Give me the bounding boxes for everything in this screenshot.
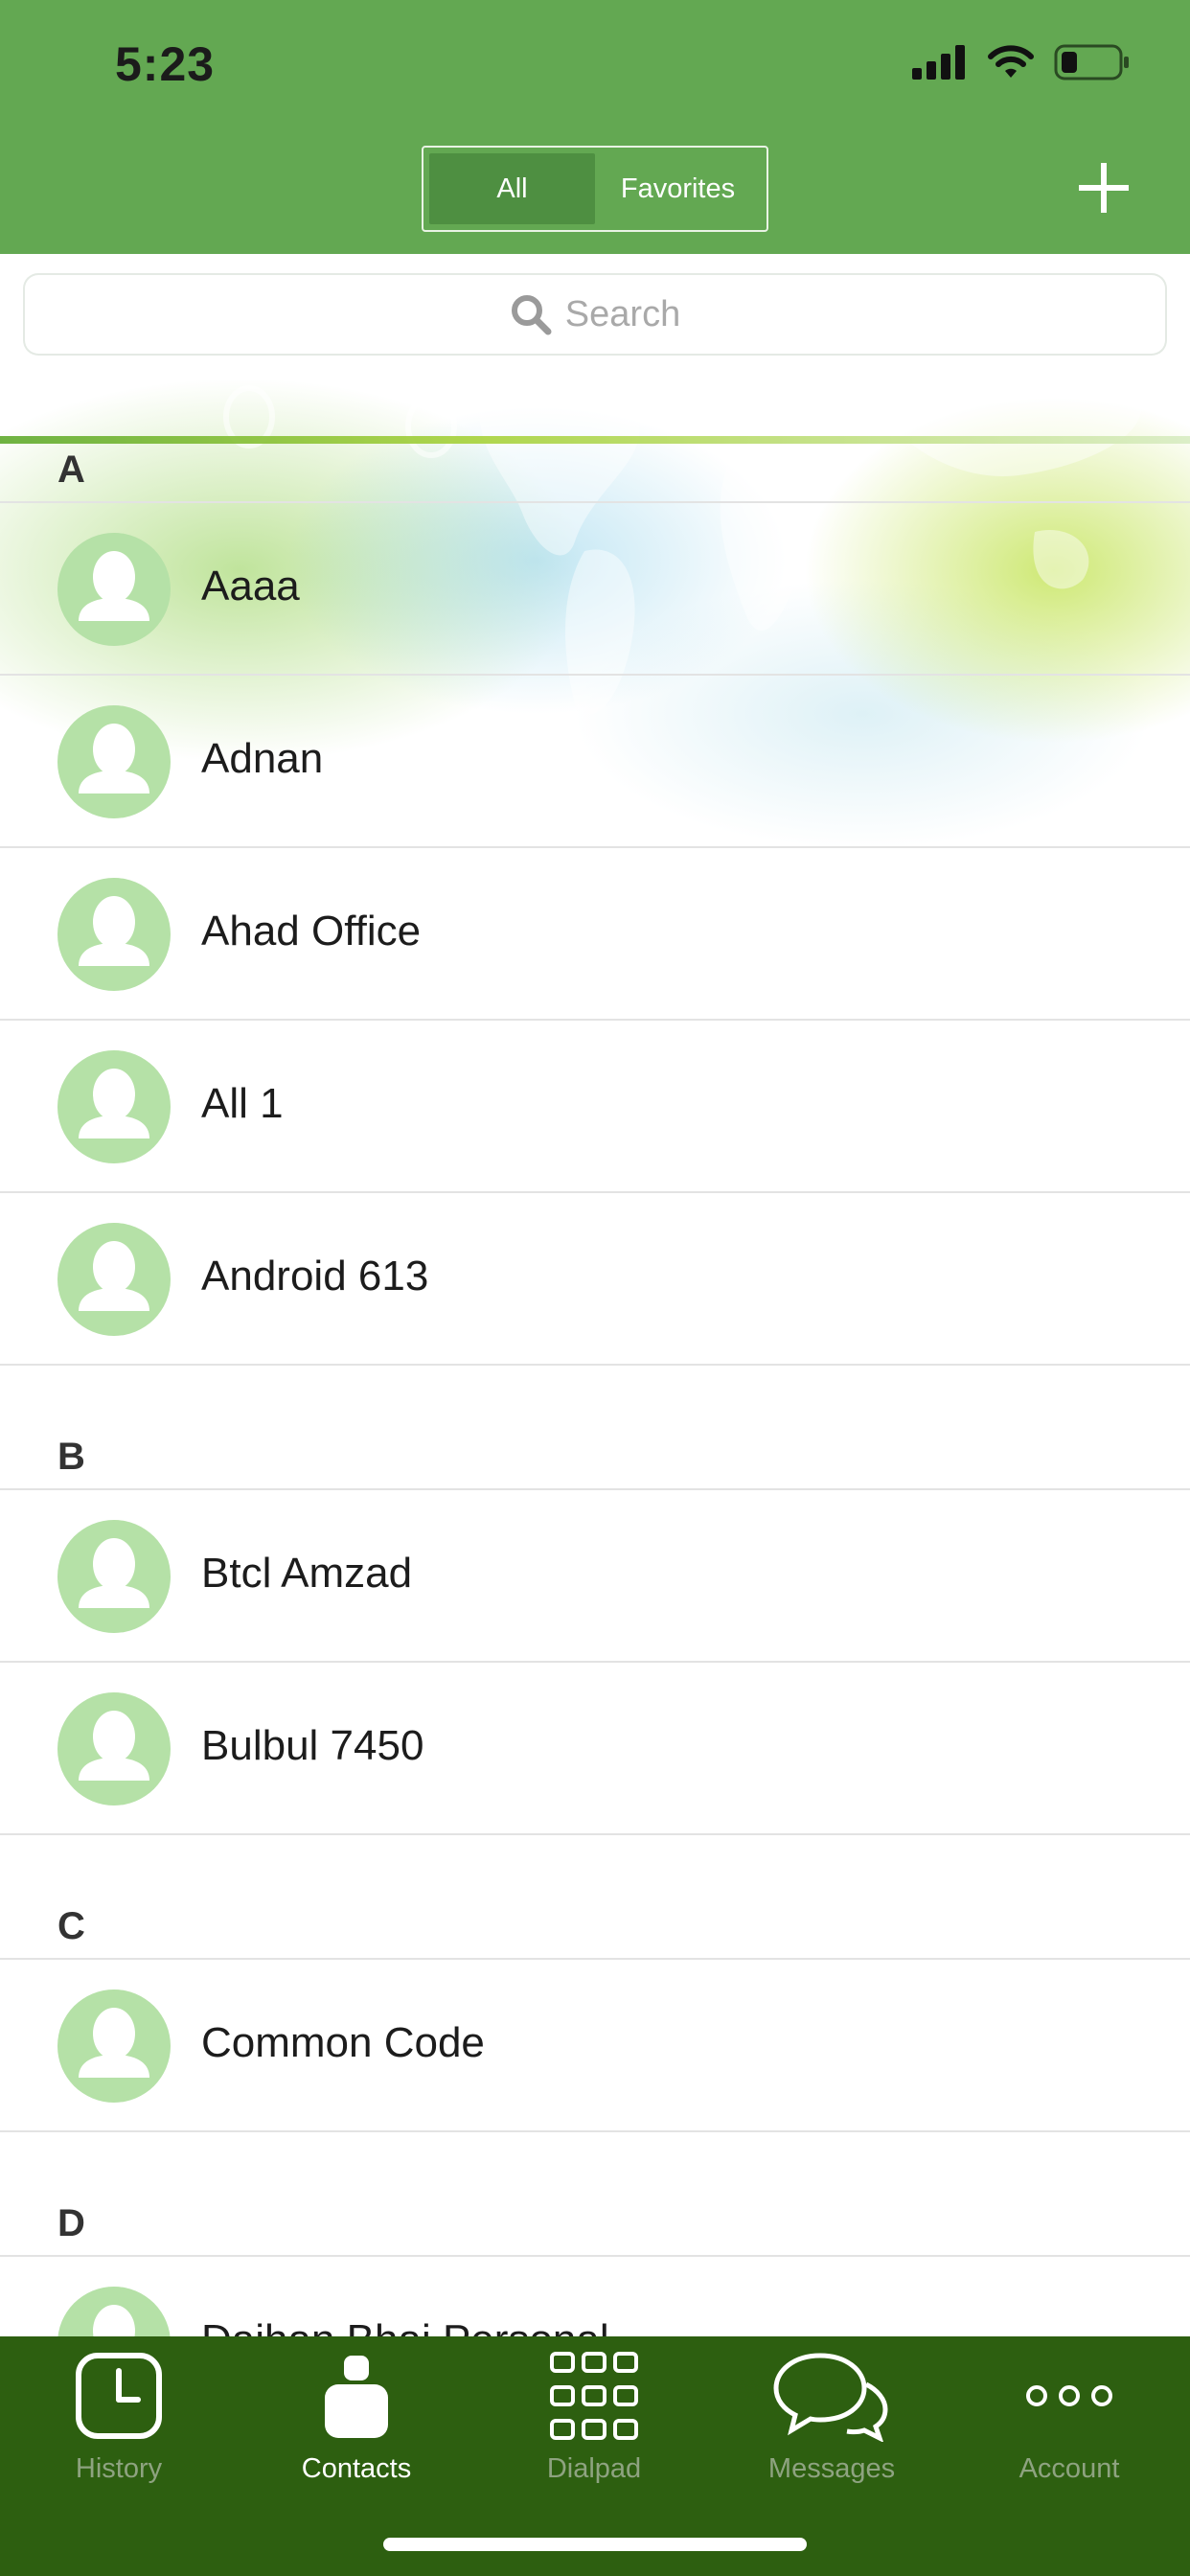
tab-label: Dialpad (546, 2453, 642, 2484)
tab-label: History (75, 2453, 163, 2484)
contacts-filter-segmented-control: All Favorites (422, 146, 768, 232)
avatar (57, 705, 171, 818)
section-letter: C (57, 1905, 85, 1947)
tab-label: Messages (767, 2453, 896, 2484)
segment-all[interactable]: All (429, 153, 595, 224)
contact-row[interactable]: Adnan (0, 676, 1190, 848)
tab-messages[interactable]: Messages (713, 2336, 950, 2509)
search-input[interactable]: Search (23, 273, 1167, 356)
contacts-list: A Aaaa Adnan Ahad Office All 1 Android 6… (0, 379, 1190, 2429)
contact-row[interactable]: Ahad Office (0, 848, 1190, 1021)
person-icon (325, 2356, 388, 2438)
wifi-icon (988, 45, 1034, 78)
chat-bubbles-icon (773, 2353, 888, 2442)
person-placeholder-icon (79, 1538, 149, 1608)
contact-row[interactable]: Android 613 (0, 1193, 1190, 1366)
section-letter: A (57, 448, 85, 491)
status-icons (912, 44, 1131, 80)
section-letter: B (57, 1436, 85, 1478)
contact-row[interactable]: Btcl Amzad (0, 1490, 1190, 1663)
plus-icon[interactable] (1077, 161, 1131, 215)
contact-row[interactable]: Common Code (0, 1960, 1190, 2132)
contact-name: Bulbul 7450 (201, 1722, 424, 1769)
contact-name: Btcl Amzad (201, 1550, 413, 1597)
clock-icon (76, 2353, 162, 2439)
contact-row[interactable]: All 1 (0, 1021, 1190, 1193)
person-placeholder-icon (79, 1069, 149, 1138)
status-time: 5:23 (115, 37, 216, 91)
search-placeholder: Search (564, 293, 681, 334)
tab-history[interactable]: History (0, 2336, 238, 2509)
avatar (57, 1692, 171, 1806)
person-placeholder-icon (79, 2008, 149, 2078)
avatar (57, 1223, 171, 1336)
person-placeholder-icon (79, 724, 149, 794)
contact-name: Adnan (201, 735, 324, 782)
contact-name: Android 613 (201, 1253, 429, 1300)
top-header: 5:23 All Favorites (0, 0, 1190, 254)
avatar (57, 1990, 171, 2103)
avatar (57, 878, 171, 991)
person-placeholder-icon (79, 1711, 149, 1781)
home-indicator[interactable] (383, 2538, 807, 2551)
tab-account[interactable]: Account (950, 2336, 1188, 2509)
search-icon (511, 295, 552, 335)
person-placeholder-icon (79, 896, 149, 966)
contact-name: Aaaa (201, 563, 300, 610)
contact-name: Common Code (201, 2019, 485, 2066)
contact-row[interactable]: Bulbul 7450 (0, 1663, 1190, 1835)
section-header-a: A (0, 379, 1190, 503)
section-header-d: D (0, 2132, 1190, 2257)
person-placeholder-icon (79, 551, 149, 621)
cellular-signal-icon (912, 45, 965, 80)
contact-name: All 1 (201, 1080, 284, 1127)
tab-label: Contacts (301, 2453, 412, 2484)
avatar (57, 1050, 171, 1163)
dialpad-icon (550, 2352, 638, 2440)
tab-label: Account (1018, 2453, 1120, 2484)
section-letter: D (57, 2202, 85, 2244)
battery-icon (1054, 44, 1129, 80)
avatar (57, 1520, 171, 1633)
section-header-c: C (0, 1835, 1190, 1960)
contact-row[interactable]: Aaaa (0, 503, 1190, 676)
avatar (57, 533, 171, 646)
more-dots-icon (1026, 2385, 1112, 2406)
section-header-b: B (0, 1366, 1190, 1490)
segment-favorites[interactable]: Favorites (595, 153, 761, 224)
tab-dialpad[interactable]: Dialpad (475, 2336, 713, 2509)
person-placeholder-icon (79, 1241, 149, 1311)
contact-name: Ahad Office (201, 908, 422, 954)
tab-contacts[interactable]: Contacts (238, 2336, 475, 2509)
